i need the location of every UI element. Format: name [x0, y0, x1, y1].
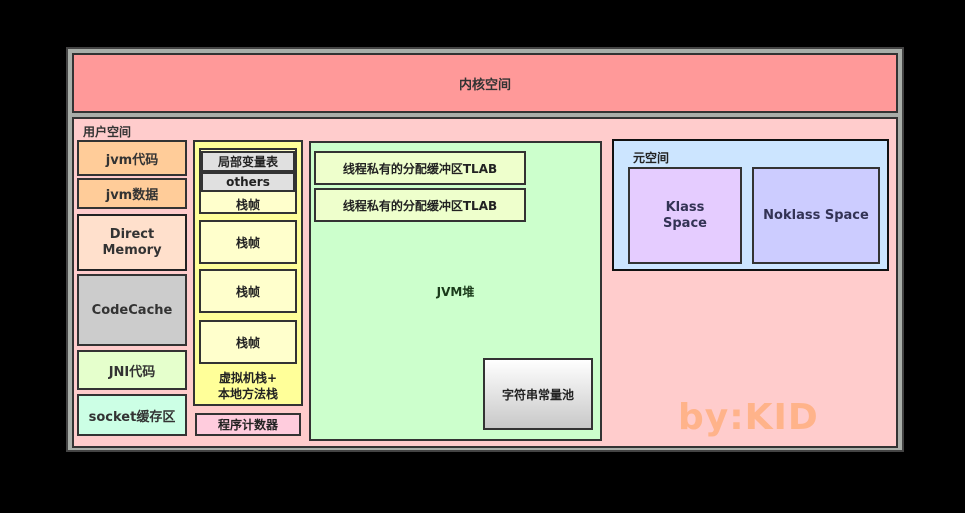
tlab-label: 线程私有的分配缓冲区TLAB: [342, 161, 498, 176]
author-watermark: by:KID: [678, 397, 819, 438]
klass-space-block: Klass Space: [628, 167, 742, 264]
jvm-data-label: jvm数据: [105, 188, 159, 203]
jvm-code-block: jvm代码: [77, 140, 187, 176]
codecache-label: CodeCache: [91, 302, 173, 318]
local-variable-table: 局部变量表: [201, 151, 295, 172]
stack-frame: 栈帧: [199, 220, 297, 264]
vm-stack-label: 虚拟机栈+ 本地方法栈: [195, 368, 301, 404]
jvm-code-label: jvm代码: [105, 152, 159, 168]
tlab-block: 线程私有的分配缓冲区TLAB: [314, 151, 526, 185]
stack-frame-label: 栈帧: [235, 284, 260, 299]
codecache-block: CodeCache: [77, 274, 187, 346]
klass-space-label-line2: Space: [663, 215, 707, 231]
string-constant-pool-label: 字符串常量池: [501, 387, 574, 402]
local-variable-table-label: 局部变量表: [217, 155, 278, 169]
user-space-label: 用户空间: [83, 125, 132, 139]
kernel-space-block: 内核空间: [72, 53, 898, 113]
noklass-space-block: Noklass Space: [752, 167, 880, 264]
metaspace-label: 元空间: [633, 151, 670, 165]
jni-code-block: JNI代码: [77, 350, 187, 390]
direct-memory-block: Direct Memory: [77, 214, 187, 271]
tlab-label: 线程私有的分配缓冲区TLAB: [342, 198, 498, 213]
direct-memory-label-line2: Memory: [102, 242, 162, 258]
program-counter-label: 程序计数器: [217, 418, 278, 432]
stack-frame: 栈帧: [199, 269, 297, 313]
stack-frame: 栈帧: [199, 320, 297, 364]
socket-buffer-block: socket缓存区: [77, 394, 187, 436]
vm-stack-label-line2: 本地方法栈: [217, 387, 278, 401]
stack-frame-top-label: 栈帧: [235, 197, 260, 212]
direct-memory-label-line1: Direct: [109, 226, 155, 242]
tlab-block: 线程私有的分配缓冲区TLAB: [314, 188, 526, 222]
frame-others: others: [201, 172, 295, 192]
jni-code-label: JNI代码: [108, 364, 156, 380]
klass-space-label-line1: Klass: [665, 199, 705, 215]
program-counter-block: 程序计数器: [195, 413, 301, 436]
socket-buffer-label: socket缓存区: [88, 409, 176, 425]
kernel-space-label: 内核空间: [458, 77, 511, 93]
jvm-heap-label: JVM堆: [436, 285, 475, 299]
frame-others-label: others: [226, 175, 270, 189]
jvm-data-block: jvm数据: [77, 178, 187, 209]
stack-frame-label: 栈帧: [235, 335, 260, 350]
string-constant-pool-block: 字符串常量池: [483, 358, 593, 430]
noklass-space-label: Noklass Space: [763, 208, 869, 223]
vm-stack-label-line1: 虚拟机栈+: [218, 371, 278, 385]
stack-frame-label: 栈帧: [235, 235, 260, 250]
